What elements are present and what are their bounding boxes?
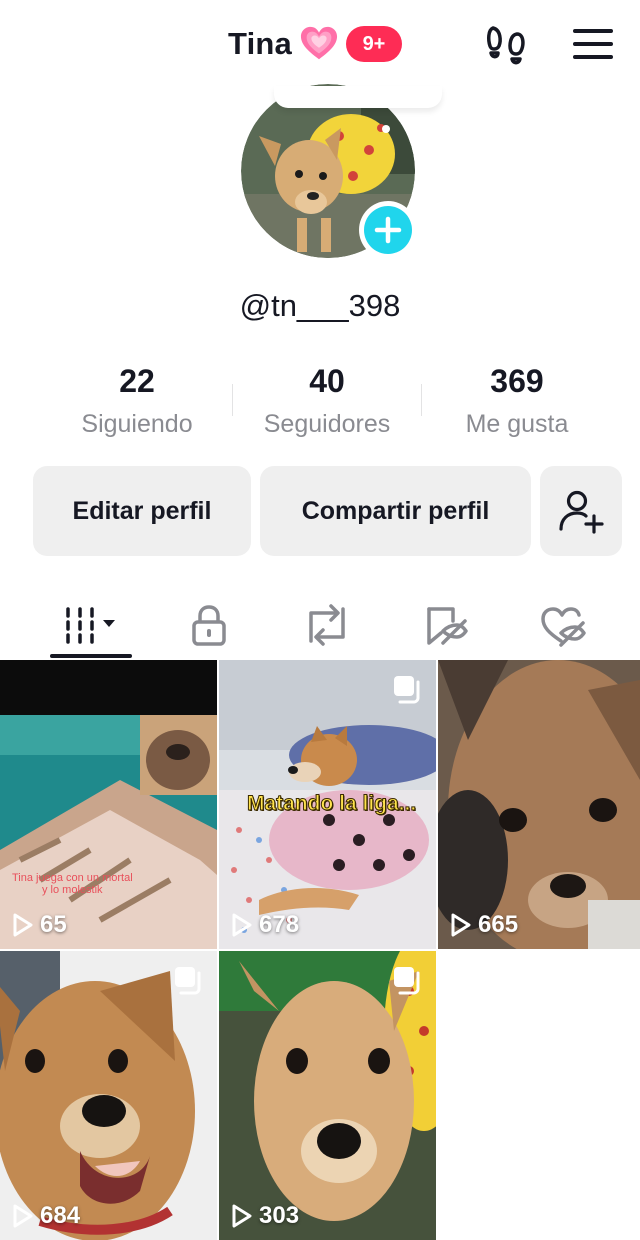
- view-count-text: 665: [478, 911, 519, 938]
- profile-tabs: [0, 590, 640, 660]
- stat-value: 22: [119, 363, 155, 399]
- profile-handle: @tn___398: [239, 288, 401, 323]
- play-icon: [13, 913, 33, 937]
- view-count: 303: [231, 1202, 299, 1230]
- play-icon: [232, 1204, 252, 1228]
- share-profile-button[interactable]: Compartir perfil: [260, 466, 531, 556]
- stat-label: Seguidores: [263, 410, 391, 438]
- saved-icon: [427, 607, 468, 645]
- videos-grid-icon: [66, 607, 115, 644]
- plus-icon: [364, 206, 412, 254]
- view-count: 665: [450, 911, 518, 939]
- multi-image-icon: [173, 965, 203, 1000]
- video-thumbnail[interactable]: 684: [0, 951, 217, 1240]
- view-count: 684: [12, 1202, 80, 1230]
- footprint-icon[interactable]: [484, 24, 532, 68]
- heart-icon: [300, 26, 338, 60]
- multi-image-icon: [392, 965, 422, 1000]
- play-icon: [232, 913, 252, 937]
- multi-image-icon: [392, 674, 422, 709]
- video-image: [438, 660, 640, 949]
- tab-private[interactable]: [168, 590, 250, 660]
- notification-badge[interactable]: 9+: [345, 26, 402, 62]
- stat-label: Siguiendo: [81, 410, 193, 438]
- add-friend-button[interactable]: [540, 466, 622, 556]
- add-story-button[interactable]: [359, 201, 417, 259]
- stat-following[interactable]: 22 Siguiendo: [37, 360, 237, 439]
- video-thumbnail[interactable]: Tina juega con un mortal y lo molestik 6…: [0, 660, 217, 949]
- edit-profile-button[interactable]: Editar perfil: [33, 466, 251, 556]
- video-thumbnail[interactable]: Matando la liga... 678: [219, 660, 436, 949]
- active-tab-indicator: [50, 654, 132, 658]
- stat-label: Me gusta: [465, 410, 569, 438]
- top-bar: Tina 9+: [0, 0, 640, 88]
- stat-value: 369: [490, 363, 544, 399]
- video-caption: Tina juega con un mortal y lo molestik: [12, 872, 133, 896]
- view-count-text: 303: [259, 1202, 300, 1229]
- play-icon: [13, 1204, 33, 1228]
- stat-followers[interactable]: 40 Seguidores: [227, 360, 427, 439]
- tab-liked[interactable]: [522, 590, 604, 660]
- title-group[interactable]: Tina 9+: [228, 24, 402, 64]
- profile-name-title[interactable]: Tina: [228, 26, 292, 62]
- video-thumbnail[interactable]: 665: [438, 660, 640, 949]
- video-grid: Tina juega con un mortal y lo molestik 6…: [0, 660, 640, 1240]
- view-count: 678: [231, 911, 299, 939]
- video-sticker-text: Matando la liga...: [246, 792, 417, 816]
- video-thumbnail[interactable]: 303: [219, 951, 436, 1240]
- video-image: [0, 660, 217, 949]
- stat-value: 40: [309, 363, 345, 399]
- liked-icon: [541, 607, 586, 647]
- note-bubble[interactable]: [274, 86, 442, 108]
- tab-saved[interactable]: [404, 590, 486, 660]
- caption-line: y lo molestik: [42, 884, 103, 896]
- view-count-text: 684: [40, 1202, 81, 1229]
- play-icon: [451, 913, 471, 937]
- add-user-icon: [559, 490, 604, 534]
- caption-line: Tina juega con un mortal: [12, 872, 133, 884]
- repost-icon: [309, 604, 345, 646]
- tab-videos[interactable]: [50, 590, 132, 660]
- stat-likes[interactable]: 369 Me gusta: [417, 360, 617, 439]
- view-count-text: 678: [259, 911, 300, 938]
- view-count-text: 65: [40, 911, 67, 938]
- menu-icon[interactable]: [572, 26, 614, 62]
- tab-reposts[interactable]: [286, 590, 368, 660]
- lock-icon: [192, 605, 226, 646]
- view-count: 65: [12, 911, 67, 939]
- note-dot: [382, 125, 390, 133]
